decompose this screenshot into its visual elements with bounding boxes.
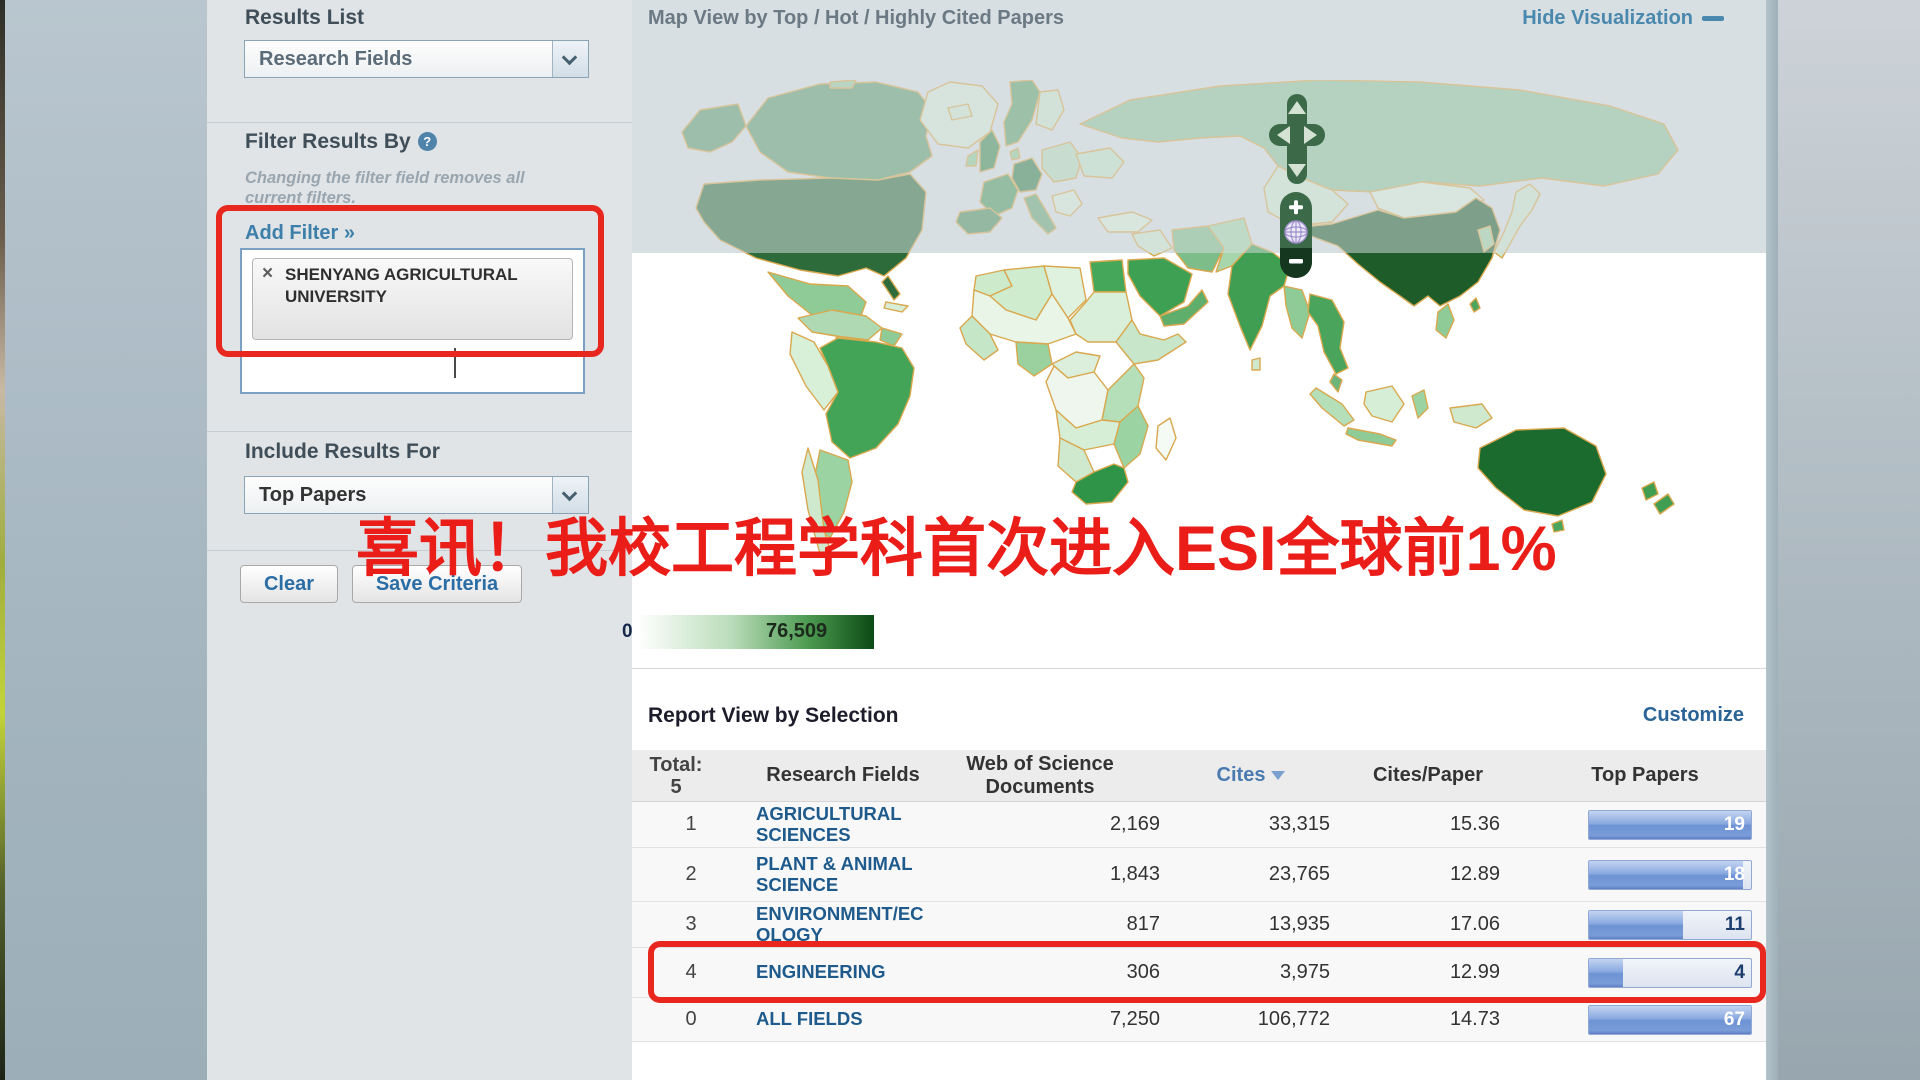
chevron-down-icon[interactable] xyxy=(552,41,588,77)
research-field-link[interactable]: AGRICULTURAL SCIENCES xyxy=(756,803,928,845)
row-top-papers: 19 xyxy=(1534,810,1766,840)
top-papers-bar: 67 xyxy=(1588,1005,1752,1035)
annotation-box-engineering-row xyxy=(648,941,1766,1003)
col-cites-per-paper[interactable]: Cites/Paper xyxy=(1362,764,1534,787)
map-legend: 0 76,509 xyxy=(622,615,874,649)
table-row[interactable]: 2 PLANT & ANIMAL SCIENCE 1,843 23,765 12… xyxy=(632,848,1766,902)
top-papers-value: 18 xyxy=(1724,864,1745,886)
minus-icon xyxy=(1702,16,1724,21)
clear-button[interactable]: Clear xyxy=(240,565,338,603)
top-papers-value: 11 xyxy=(1725,914,1745,936)
divider xyxy=(207,431,632,432)
row-field: PLANT & ANIMAL SCIENCE xyxy=(720,853,950,897)
row-top-papers: 67 xyxy=(1534,1005,1766,1035)
filter-results-heading: Filter Results By? xyxy=(245,130,437,154)
sort-desc-icon xyxy=(1271,771,1285,780)
row-docs: 1,843 xyxy=(950,863,1190,886)
zoom-out-icon xyxy=(1289,259,1303,264)
headline-overlay-text: 喜讯！我校工程学科首次进入ESI全球前1% xyxy=(356,498,1557,589)
map-mute-overlay xyxy=(632,0,1766,253)
row-rank: 3 xyxy=(632,913,720,936)
include-results-heading: Include Results For xyxy=(245,440,440,464)
top-papers-bar-fill xyxy=(1589,861,1743,889)
col-total[interactable]: Total:5 xyxy=(632,754,720,798)
row-field: AGRICULTURAL SCIENCES xyxy=(720,803,950,847)
row-top-papers: 11 xyxy=(1534,910,1766,940)
research-field-link[interactable]: ENVIRONMENT/ECOLOGY xyxy=(756,903,928,945)
photo-edge-colors xyxy=(0,0,5,1080)
row-cites-per-paper: 12.89 xyxy=(1362,863,1534,886)
help-icon[interactable]: ? xyxy=(418,132,437,151)
research-field-link[interactable]: PLANT & ANIMAL SCIENCE xyxy=(756,853,928,895)
col-top-papers[interactable]: Top Papers xyxy=(1534,764,1766,787)
table-row[interactable]: 1 AGRICULTURAL SCIENCES 2,169 33,315 15.… xyxy=(632,802,1766,848)
table-body: 1 AGRICULTURAL SCIENCES 2,169 33,315 15.… xyxy=(632,802,1766,1042)
top-papers-value: 19 xyxy=(1724,814,1745,836)
row-rank: 1 xyxy=(632,813,720,836)
row-rank: 0 xyxy=(632,1008,720,1031)
row-cites: 13,935 xyxy=(1190,913,1362,936)
results-list-value: Research Fields xyxy=(245,48,412,71)
photo-backdrop-left xyxy=(0,0,207,1080)
row-cites-per-paper: 17.06 xyxy=(1362,913,1534,936)
row-cites: 33,315 xyxy=(1190,813,1362,836)
annotation-box-filter xyxy=(216,205,604,357)
top-papers-bar-fill xyxy=(1589,911,1683,939)
top-papers-bar: 11 xyxy=(1588,910,1752,940)
row-rank: 2 xyxy=(632,863,720,886)
map-view-title: Map View by Top / Hot / Highly Cited Pap… xyxy=(648,7,1064,30)
top-papers-bar: 19 xyxy=(1588,810,1752,840)
row-field: ALL FIELDS xyxy=(720,1008,950,1031)
col-cites-sorted[interactable]: Cites xyxy=(1190,764,1362,787)
results-list-heading: Results List xyxy=(245,6,364,30)
row-field: ENVIRONMENT/ECOLOGY xyxy=(720,903,950,947)
row-cites: 106,772 xyxy=(1190,1008,1362,1031)
table-row[interactable]: 0 ALL FIELDS 7,250 106,772 14.73 67 xyxy=(632,998,1766,1042)
results-list-dropdown[interactable]: Research Fields xyxy=(244,40,589,78)
row-cites: 23,765 xyxy=(1190,863,1362,886)
divider xyxy=(207,122,632,123)
row-top-papers: 18 xyxy=(1534,860,1766,890)
legend-gradient-bar: 76,509 xyxy=(638,615,874,649)
row-docs: 817 xyxy=(950,913,1190,936)
top-papers-bar: 18 xyxy=(1588,860,1752,890)
research-field-link[interactable]: ALL FIELDS xyxy=(756,1008,863,1029)
table-header-row: Total:5 Research Fields Web of Science D… xyxy=(632,750,1766,802)
row-docs: 7,250 xyxy=(950,1008,1190,1031)
col-research-fields[interactable]: Research Fields xyxy=(720,764,950,787)
map-zoom-control[interactable] xyxy=(1280,192,1312,278)
include-results-value: Top Papers xyxy=(245,484,366,507)
hide-visualization-link[interactable]: Hide Visualization xyxy=(1522,7,1724,30)
row-cites-per-paper: 14.73 xyxy=(1362,1008,1534,1031)
row-docs: 2,169 xyxy=(950,813,1190,836)
divider xyxy=(632,668,1766,669)
legend-min: 0 xyxy=(622,621,636,643)
report-view-title: Report View by Selection xyxy=(648,704,899,728)
col-wos-documents[interactable]: Web of Science Documents xyxy=(950,753,1190,799)
globe-icon xyxy=(1285,221,1307,243)
row-cites-per-paper: 15.36 xyxy=(1362,813,1534,836)
filter-note: Changing the filter field removes all cu… xyxy=(245,168,581,208)
photo-backdrop-right xyxy=(1778,0,1920,1080)
customize-link[interactable]: Customize xyxy=(1643,704,1744,727)
legend-max: 76,509 xyxy=(766,620,827,643)
panel-right-edge xyxy=(1766,0,1778,1080)
top-papers-value: 67 xyxy=(1724,1009,1745,1031)
map-pan-control[interactable] xyxy=(1269,94,1325,184)
